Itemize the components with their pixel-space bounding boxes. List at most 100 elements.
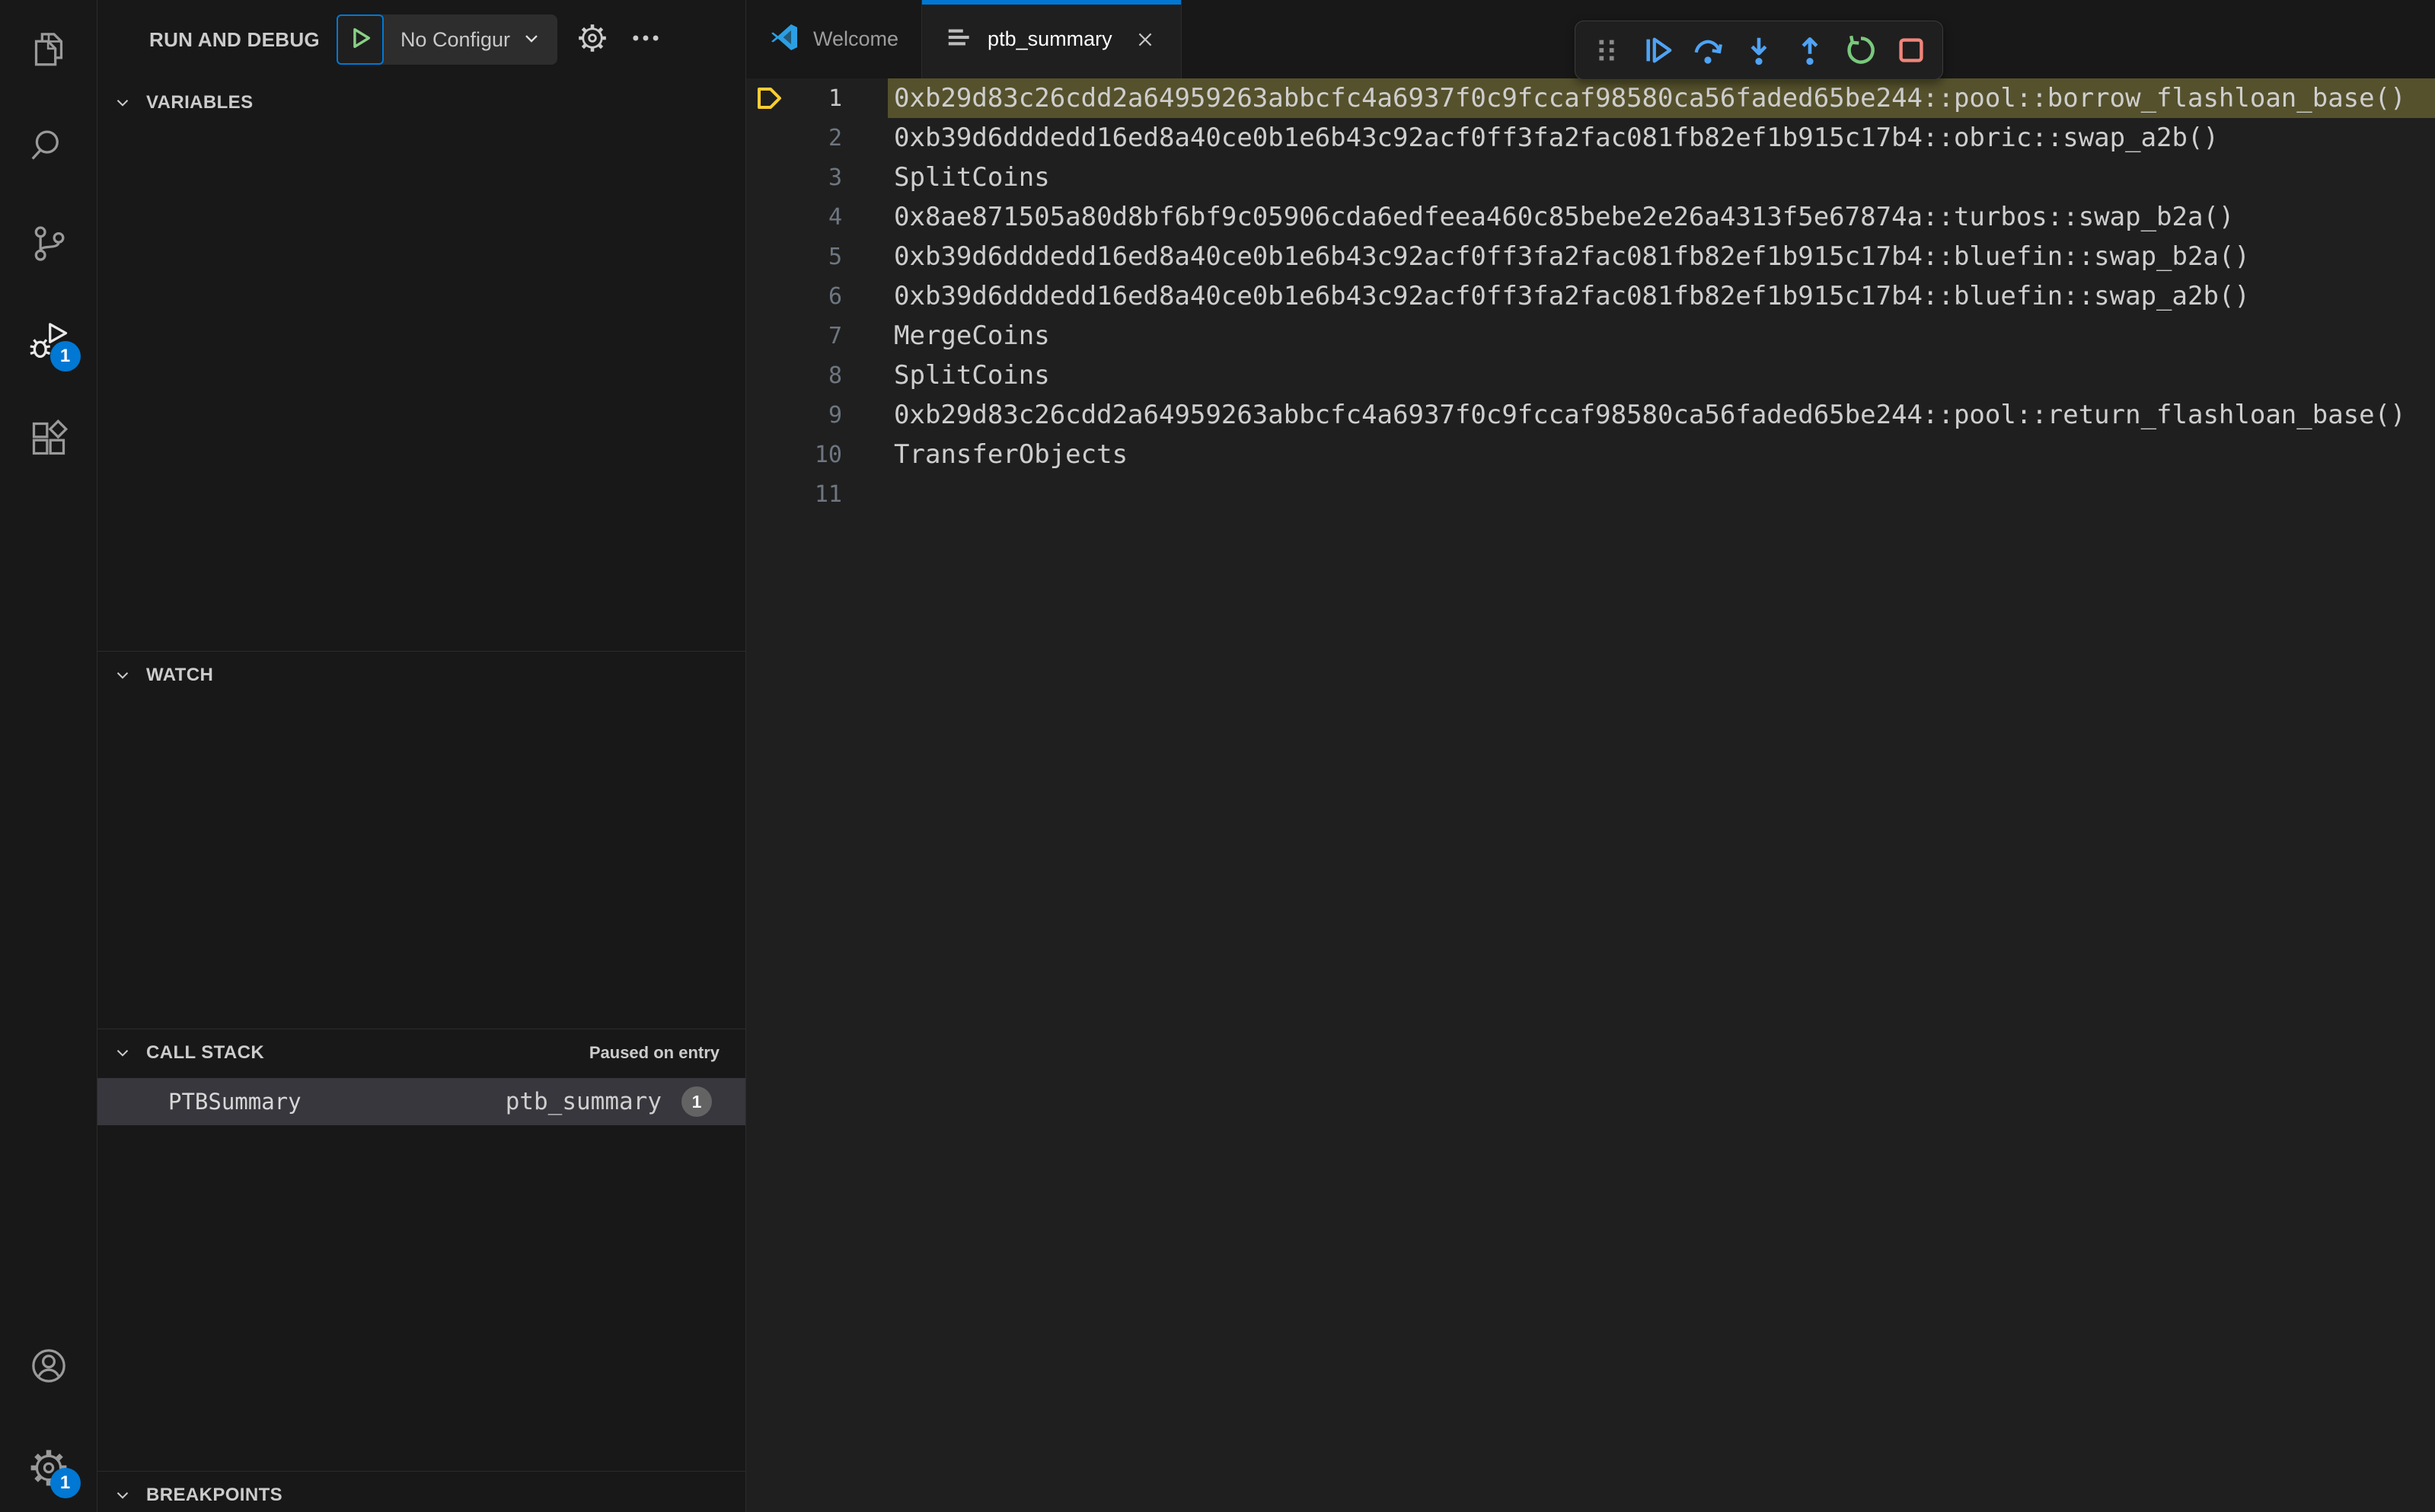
sidebar-header: RUN AND DEBUG No Configur xyxy=(97,0,745,79)
watch-section-label: WATCH xyxy=(146,665,214,685)
close-icon xyxy=(1138,33,1151,46)
editor-line: 7 MergeCoins xyxy=(746,316,2435,356)
watch-section-header[interactable]: WATCH xyxy=(97,652,745,699)
code-text[interactable]: SplitCoins xyxy=(894,162,1050,193)
variables-section-header[interactable]: VARIABLES xyxy=(97,79,745,126)
editor-line: 3 SplitCoins xyxy=(746,158,2435,197)
editor-line: 2 0xb39d6dddedd16ed8a40ce0b1e6b43c92acf0… xyxy=(746,118,2435,158)
line-number: 2 xyxy=(828,124,842,152)
breakpoint-gutter[interactable] xyxy=(746,237,793,276)
file-lines-icon xyxy=(945,23,974,56)
breakpoints-section-header[interactable]: BREAKPOINTS xyxy=(97,1472,745,1512)
files-icon xyxy=(29,29,69,72)
sidebar-title: RUN AND DEBUG xyxy=(149,27,320,51)
sidebar-item-search[interactable] xyxy=(27,126,70,169)
variables-section-label: VARIABLES xyxy=(146,92,254,113)
breakpoint-gutter[interactable] xyxy=(746,158,793,197)
chevron-down-icon xyxy=(116,672,129,679)
line-number: 7 xyxy=(828,322,842,349)
config-dropdown-label: No Configur xyxy=(400,27,511,51)
watch-section: WATCH xyxy=(97,651,745,1029)
continue-icon xyxy=(1645,37,1671,63)
code-text[interactable]: 0xb39d6dddedd16ed8a40ce0b1e6b43c92acf0ff… xyxy=(894,123,2219,153)
call-stack-section-header[interactable]: CALL STACK Paused on entry xyxy=(97,1029,745,1077)
line-number: 11 xyxy=(814,480,842,508)
launch-config-group: No Configur xyxy=(336,14,558,65)
tab-welcome[interactable]: Welcome xyxy=(746,0,923,78)
views-more-actions-button[interactable] xyxy=(627,21,664,58)
code-text[interactable]: 0x8ae871505a80d8bf6bf9c05906cda6edfeea46… xyxy=(894,202,2234,232)
line-number: 3 xyxy=(828,164,842,191)
toolbar-drag-handle[interactable] xyxy=(1587,30,1626,70)
breakpoints-section-label: BREAKPOINTS xyxy=(146,1485,283,1505)
code-text[interactable]: TransferObjects xyxy=(894,439,1128,470)
source-control-icon xyxy=(29,224,69,267)
settings-badge: 1 xyxy=(49,1468,81,1498)
breakpoint-gutter[interactable] xyxy=(746,78,793,118)
continue-button[interactable] xyxy=(1638,30,1677,70)
vscode-window: 1 1 RUN AND DEBUG No Configur VARIABLES … xyxy=(0,0,2435,1512)
code-editor[interactable]: 1 0xb29d83c26cdd2a64959263abbcfc4a6937f0… xyxy=(746,78,2435,1512)
frame-line-badge: 1 xyxy=(681,1086,712,1117)
step-out-button[interactable] xyxy=(1790,30,1830,70)
restart-icon xyxy=(1846,35,1875,64)
frame-file: ptb_summary xyxy=(505,1088,662,1115)
call-stack-section: CALL STACK Paused on entry PTBSummary pt… xyxy=(97,1029,745,1471)
breakpoint-gutter[interactable] xyxy=(746,276,793,316)
breakpoint-gutter[interactable] xyxy=(746,316,793,356)
step-into-icon xyxy=(1750,37,1767,65)
step-over-button[interactable] xyxy=(1688,30,1728,70)
breakpoint-gutter[interactable] xyxy=(746,435,793,474)
sidebar-item-explorer[interactable] xyxy=(27,29,70,72)
line-number: 4 xyxy=(828,203,842,231)
breakpoint-gutter[interactable] xyxy=(746,197,793,237)
chevron-down-icon xyxy=(521,27,542,53)
code-text[interactable]: 0xb39d6dddedd16ed8a40ce0b1e6b43c92acf0ff… xyxy=(894,241,2250,272)
breakpoint-gutter[interactable] xyxy=(746,118,793,158)
restart-button[interactable] xyxy=(1841,30,1881,70)
debug-settings-button[interactable] xyxy=(574,21,611,58)
step-over-icon xyxy=(1694,40,1723,64)
sidebar-item-extensions[interactable] xyxy=(27,419,70,461)
code-text[interactable]: 0xb29d83c26cdd2a64959263abbcfc4a6937f0c9… xyxy=(894,83,2406,113)
call-stack-section-label: CALL STACK xyxy=(146,1042,265,1063)
editor-group: Welcome ptb_summary 1 0xb29d83c26cdd2a64… xyxy=(746,0,2435,1512)
activity-bar: 1 1 xyxy=(0,0,97,1512)
breakpoint-gutter[interactable] xyxy=(746,395,793,435)
run-and-debug-sidebar: RUN AND DEBUG No Configur VARIABLES WATC… xyxy=(97,0,746,1512)
breakpoints-section: BREAKPOINTS xyxy=(97,1471,745,1512)
frame-name: PTBSummary xyxy=(168,1089,302,1115)
call-stack-frame-row[interactable]: PTBSummary ptb_summary 1 xyxy=(97,1078,745,1125)
code-text[interactable]: 0xb39d6dddedd16ed8a40ce0b1e6b43c92acf0ff… xyxy=(894,281,2250,311)
ellipsis-icon xyxy=(630,22,662,58)
start-debugging-button[interactable] xyxy=(336,14,384,65)
breakpoint-gutter[interactable] xyxy=(746,356,793,395)
breakpoint-gutter[interactable] xyxy=(746,474,793,514)
editor-line: 4 0x8ae871505a80d8bf6bf9c05906cda6edfeea… xyxy=(746,197,2435,237)
line-number: 1 xyxy=(828,85,842,112)
vscode-logo-icon xyxy=(769,22,799,56)
line-number: 5 xyxy=(828,243,842,270)
chevron-down-icon xyxy=(116,1492,129,1499)
stop-icon xyxy=(1899,38,1923,62)
gripper-icon xyxy=(1599,40,1614,61)
editor-line: 1 0xb29d83c26cdd2a64959263abbcfc4a6937f0… xyxy=(746,78,2435,118)
code-text[interactable]: MergeCoins xyxy=(894,321,1050,351)
play-icon xyxy=(347,25,373,55)
code-text[interactable]: SplitCoins xyxy=(894,360,1050,391)
line-number: 10 xyxy=(814,441,842,468)
settings-button[interactable]: 1 xyxy=(27,1448,81,1498)
line-number: 9 xyxy=(828,401,842,429)
current-instruction-pointer-icon xyxy=(757,88,781,109)
step-into-button[interactable] xyxy=(1739,30,1779,70)
account-button[interactable] xyxy=(27,1346,70,1389)
stop-button[interactable] xyxy=(1891,30,1931,70)
sidebar-item-run-and-debug[interactable]: 1 xyxy=(27,321,81,372)
sidebar-item-source-control[interactable] xyxy=(27,224,70,266)
config-dropdown[interactable]: No Configur xyxy=(384,14,557,65)
code-text[interactable]: 0xb29d83c26cdd2a64959263abbcfc4a6937f0c9… xyxy=(894,400,2406,430)
close-tab-button[interactable] xyxy=(1132,27,1158,53)
line-number: 6 xyxy=(828,282,842,310)
editor-line: 11 xyxy=(746,474,2435,514)
tab-ptb-summary[interactable]: ptb_summary xyxy=(922,0,1182,78)
